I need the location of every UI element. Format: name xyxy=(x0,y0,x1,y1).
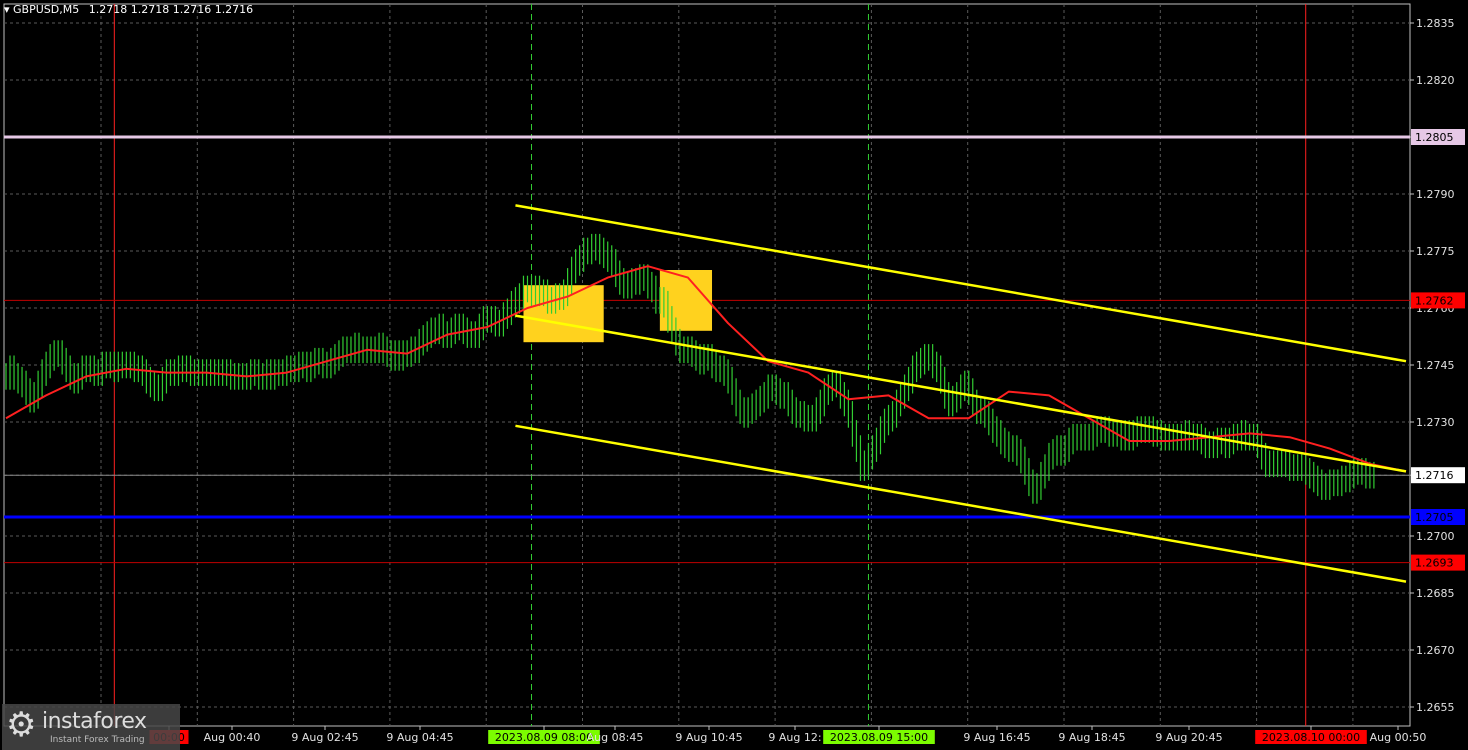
dropdown-icon[interactable]: ▾ xyxy=(4,3,10,16)
price-level-label: 1.2705 xyxy=(1415,511,1454,524)
x-tick-label: 9 Aug 18:45 xyxy=(1058,731,1125,744)
price-level-label: 1.2805 xyxy=(1415,131,1454,144)
x-tick-label: 2023.08.10 00:00 xyxy=(1262,731,1360,744)
y-tick-label: 1.2820 xyxy=(1416,74,1455,87)
x-tick-label: 2023.08.09 15:00 xyxy=(830,731,928,744)
symbol-label: GBPUSD,M5 xyxy=(13,3,80,16)
brand-tagline: Instant Forex Trading xyxy=(50,735,145,745)
x-tick-label: 9 Aug 02:45 xyxy=(291,731,358,744)
y-tick-label: 1.2775 xyxy=(1416,245,1455,258)
y-tick-label: 1.2790 xyxy=(1416,188,1455,201)
x-tick-label: 2023.08.09 08:00 xyxy=(495,731,593,744)
x-tick-label: Aug 00:50 xyxy=(1370,731,1427,744)
gear-icon: ⚙ xyxy=(6,705,37,745)
y-tick-label: 1.2685 xyxy=(1416,587,1455,600)
price-level-label: 1.2693 xyxy=(1415,557,1454,570)
x-tick-label: 9 Aug 12: xyxy=(768,731,821,744)
y-tick-label: 1.2700 xyxy=(1416,530,1455,543)
chart-background xyxy=(0,0,1468,750)
x-tick-label: Aug 08:45 xyxy=(587,731,644,744)
watermark-logo: ⚙ instaforex Instant Forex Trading xyxy=(2,704,180,750)
x-tick-label: Aug 00:40 xyxy=(204,731,261,744)
y-tick-label: 1.2730 xyxy=(1416,416,1455,429)
chart-header: ▾ GBPUSD,M5 1.2718 1.2718 1.2716 1.2716 xyxy=(4,3,253,16)
x-tick-label: 9 Aug 04:45 xyxy=(386,731,453,744)
x-tick-label: 9 Aug 16:45 xyxy=(963,731,1030,744)
ohlc-values: 1.2718 1.2718 1.2716 1.2716 xyxy=(88,3,254,16)
y-tick-label: 1.2670 xyxy=(1416,644,1455,657)
y-tick-label: 1.2835 xyxy=(1416,17,1455,30)
brand-name: instaforex xyxy=(42,709,147,734)
y-tick-label: 1.2655 xyxy=(1416,701,1455,714)
price-level-label: 1.2762 xyxy=(1415,294,1454,307)
price-chart[interactable]: 1.28351.28201.28051.27901.27751.27601.27… xyxy=(0,0,1468,750)
x-tick-label: 9 Aug 10:45 xyxy=(675,731,742,744)
price-level-label: 1.2716 xyxy=(1415,469,1454,482)
y-tick-label: 1.2745 xyxy=(1416,359,1455,372)
x-tick-label: 9 Aug 20:45 xyxy=(1155,731,1222,744)
